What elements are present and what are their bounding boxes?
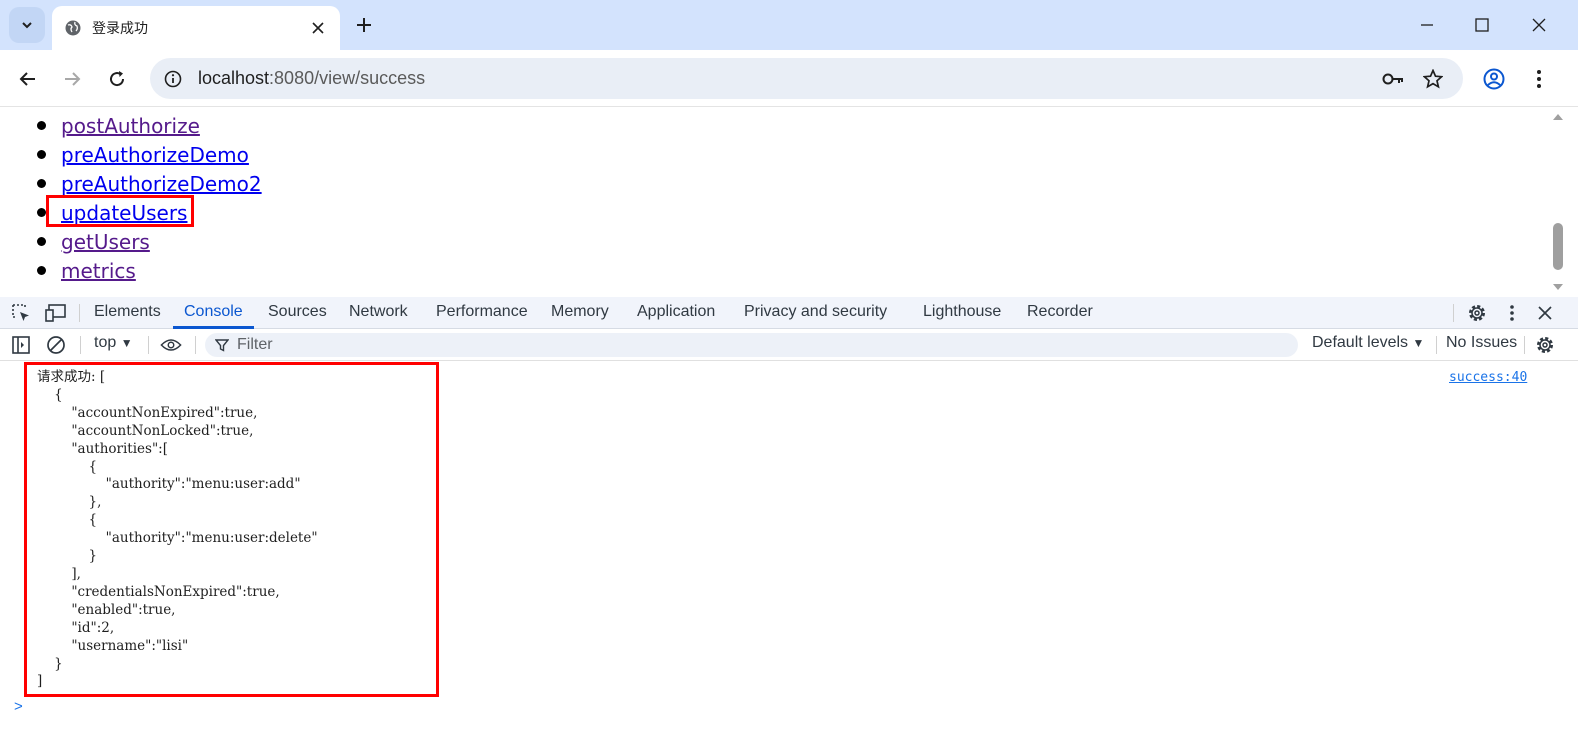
inspect-element-icon[interactable] — [10, 302, 32, 324]
console-toolbar: top ▼ Filter Default levels ▼ No Issues — [0, 329, 1578, 361]
dropdown-arrow-icon: ▼ — [120, 336, 133, 350]
sidebar-toggle-icon[interactable] — [10, 334, 32, 356]
back-button[interactable] — [12, 63, 44, 95]
bullet — [37, 150, 46, 159]
minimize-button[interactable] — [1412, 10, 1442, 40]
bullet — [37, 208, 46, 217]
arrow-right-icon — [65, 72, 81, 86]
log-levels-dropdown[interactable]: Default levels ▼ — [1312, 334, 1424, 352]
tab-title: 登录成功 — [92, 20, 148, 36]
console-output: 请求成功: [ { "accountNonExpired":true, "acc… — [0, 362, 1578, 743]
list-item: getUsers — [37, 227, 262, 256]
dropdown-arrow-icon: ▼ — [1412, 336, 1425, 350]
tab-memory[interactable]: Memory — [540, 297, 620, 329]
tab-console[interactable]: Console — [173, 297, 254, 329]
tab-privacy-and-security[interactable]: Privacy and security — [733, 297, 898, 329]
link-pre-authorize-demo2[interactable]: preAuthorizeDemo2 — [61, 172, 262, 196]
tab-sources[interactable]: Sources — [257, 297, 338, 329]
bullet — [37, 179, 46, 188]
annotation-highlight-box — [46, 195, 194, 227]
context-selector[interactable]: top ▼ — [94, 334, 133, 352]
address-bar[interactable]: localhost:8080/view/success — [150, 58, 1463, 99]
page-scrollbar[interactable] — [1550, 108, 1566, 297]
url-host: localhost — [198, 68, 270, 88]
tab-lighthouse[interactable]: Lighthouse — [912, 297, 1012, 329]
scrollbar-thumb[interactable] — [1553, 223, 1563, 270]
url-text: localhost:8080/view/success — [198, 68, 425, 89]
device-toolbar-icon[interactable] — [45, 302, 67, 324]
link-post-authorize[interactable]: postAuthorize — [61, 114, 200, 138]
tab-application[interactable]: Application — [626, 297, 726, 329]
plus-icon — [357, 18, 371, 32]
url-path: :8080/view/success — [269, 68, 426, 88]
close-window-button[interactable] — [1524, 10, 1554, 40]
page-content: postAuthorize preAuthorizeDemo preAuthor… — [0, 108, 1550, 297]
link-pre-authorize-demo[interactable]: preAuthorizeDemo — [61, 143, 249, 167]
bookmark-star-icon[interactable] — [1421, 67, 1445, 91]
globe-icon — [65, 20, 81, 36]
annotation-highlight-box — [24, 362, 439, 697]
close-tab-icon[interactable] — [308, 18, 328, 38]
list-item: postAuthorize — [37, 111, 262, 140]
link-get-users[interactable]: getUsers — [61, 230, 150, 254]
minimize-icon — [1421, 24, 1433, 26]
more-vert-icon — [1537, 70, 1541, 88]
devtools-tab-bar: Elements Console Sources Network Perform… — [0, 297, 1578, 329]
filter-icon — [215, 339, 229, 352]
separator — [1453, 304, 1454, 322]
list-item: preAuthorizeDemo — [37, 140, 262, 169]
devtools-more-icon[interactable] — [1501, 302, 1523, 324]
active-tab[interactable]: 登录成功 — [52, 6, 340, 50]
list-item: preAuthorizeDemo2 — [37, 169, 262, 198]
tab-strip: 登录成功 — [0, 0, 1578, 50]
bullet — [37, 266, 46, 275]
live-expression-eye-icon[interactable] — [160, 334, 182, 356]
account-circle-icon — [1483, 68, 1505, 90]
console-settings-icon[interactable] — [1534, 334, 1556, 356]
reload-button[interactable] — [101, 63, 133, 95]
console-filter-input[interactable]: Filter — [205, 333, 1298, 357]
separator — [1436, 336, 1437, 354]
arrow-left-icon — [19, 72, 35, 86]
link-metrics[interactable]: metrics — [61, 259, 136, 283]
scroll-up-icon[interactable] — [1550, 110, 1566, 124]
devtools-panel: Elements Console Sources Network Perform… — [0, 297, 1578, 743]
filter-placeholder: Filter — [237, 336, 273, 353]
browser-menu-button[interactable] — [1523, 63, 1555, 95]
clear-console-icon[interactable] — [45, 334, 67, 356]
separator — [79, 304, 80, 322]
bullet — [37, 121, 46, 130]
tab-search-button[interactable] — [9, 7, 45, 43]
context-value: top — [94, 334, 117, 351]
new-tab-button[interactable] — [350, 11, 378, 39]
tab-network[interactable]: Network — [338, 297, 419, 329]
profile-button[interactable] — [1478, 63, 1510, 95]
separator — [80, 336, 81, 354]
console-prompt[interactable]: > — [14, 698, 23, 715]
console-source-link[interactable]: success:40 — [1449, 370, 1527, 385]
chevron-down-icon — [22, 22, 32, 29]
browser-toolbar: localhost:8080/view/success — [0, 50, 1578, 107]
list-item: metrics — [37, 256, 262, 285]
maximize-button[interactable] — [1467, 10, 1497, 40]
close-icon — [1532, 18, 1546, 32]
tab-elements[interactable]: Elements — [83, 297, 172, 329]
separator — [1524, 336, 1525, 354]
separator — [148, 336, 149, 354]
close-devtools-icon[interactable] — [1534, 302, 1556, 324]
scroll-down-icon[interactable] — [1550, 280, 1566, 294]
tab-recorder[interactable]: Recorder — [1016, 297, 1104, 329]
tab-performance[interactable]: Performance — [425, 297, 539, 329]
site-info-icon[interactable] — [162, 68, 184, 90]
separator — [195, 336, 196, 354]
maximize-icon — [1475, 18, 1489, 32]
log-levels-label: Default levels — [1312, 334, 1409, 351]
key-icon[interactable] — [1381, 67, 1405, 91]
devtools-settings-icon[interactable] — [1466, 302, 1488, 324]
issues-counter[interactable]: No Issues — [1446, 334, 1517, 352]
reload-icon — [110, 71, 125, 87]
bullet — [37, 237, 46, 246]
forward-button[interactable] — [56, 63, 88, 95]
